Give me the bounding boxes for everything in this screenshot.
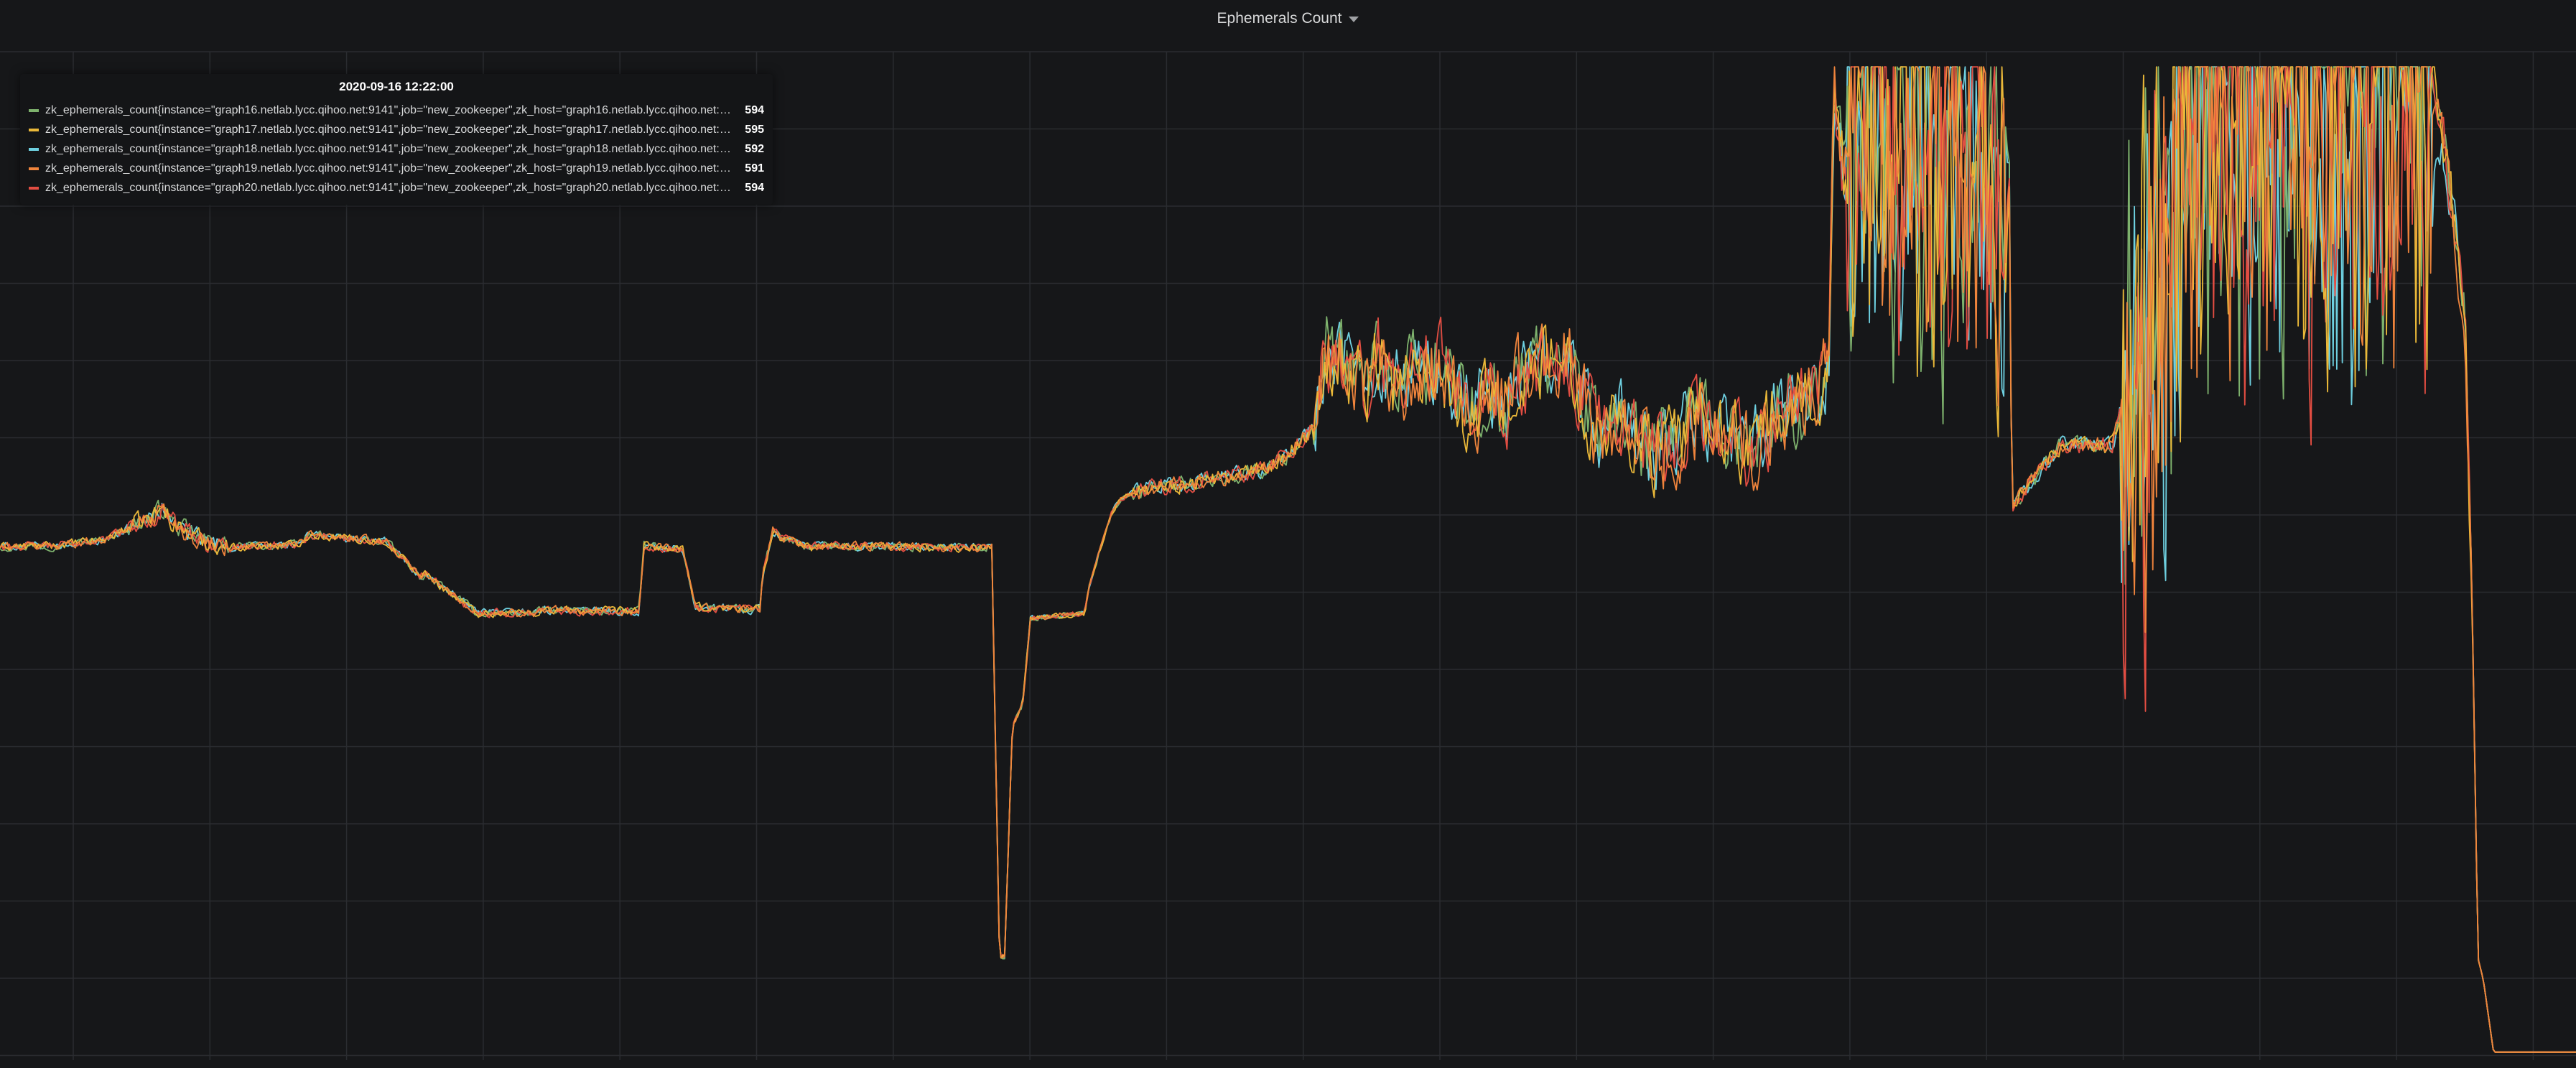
series-color-swatch bbox=[29, 147, 39, 151]
tooltip-series-row: zk_ephemerals_count{instance="graph18.ne… bbox=[29, 139, 764, 159]
panel-header: Ephemerals Count bbox=[0, 0, 2576, 37]
series-line bbox=[0, 66, 2576, 1053]
chart-series-layer bbox=[0, 66, 2576, 1053]
tooltip-series-name: zk_ephemerals_count{instance="graph17.ne… bbox=[45, 123, 735, 136]
tooltip-series-name: zk_ephemerals_count{instance="graph16.ne… bbox=[45, 103, 735, 116]
tooltip-series-name: zk_ephemerals_count{instance="graph18.ne… bbox=[45, 142, 735, 155]
tooltip-series-value: 594 bbox=[745, 103, 764, 116]
tooltip-series-value: 595 bbox=[745, 123, 764, 136]
series-line bbox=[0, 66, 2576, 1053]
tooltip-series-name: zk_ephemerals_count{instance="graph20.ne… bbox=[45, 181, 735, 194]
series-color-swatch bbox=[29, 186, 39, 190]
series-color-swatch bbox=[29, 128, 39, 131]
series-color-swatch bbox=[29, 108, 39, 112]
graph-tooltip: 2020-09-16 12:22:00 zk_ephemerals_count{… bbox=[20, 74, 773, 205]
panel-title-menu[interactable]: Ephemerals Count bbox=[1217, 10, 1359, 27]
panel-title: Ephemerals Count bbox=[1217, 10, 1342, 27]
series-line bbox=[0, 66, 2576, 1053]
tooltip-series-row: zk_ephemerals_count{instance="graph16.ne… bbox=[29, 101, 764, 120]
tooltip-timestamp: 2020-09-16 12:22:00 bbox=[339, 80, 454, 93]
series-line bbox=[0, 66, 2576, 1053]
tooltip-series-value: 591 bbox=[745, 162, 764, 175]
tooltip-series-row: zk_ephemerals_count{instance="graph19.ne… bbox=[29, 159, 764, 178]
series-line bbox=[0, 66, 2576, 1053]
tooltip-series-value: 594 bbox=[745, 181, 764, 194]
tooltip-series-row: zk_ephemerals_count{instance="graph17.ne… bbox=[29, 120, 764, 139]
tooltip-series-value: 592 bbox=[745, 142, 764, 155]
caret-down-icon[interactable] bbox=[1349, 17, 1359, 22]
tooltip-series-name: zk_ephemerals_count{instance="graph19.ne… bbox=[45, 162, 735, 175]
tooltip-series-row: zk_ephemerals_count{instance="graph20.ne… bbox=[29, 178, 764, 198]
graph-panel[interactable]: Ephemerals Count 2020-09-16 12:22:00 zk_… bbox=[0, 0, 2576, 1068]
series-color-swatch bbox=[29, 167, 39, 170]
